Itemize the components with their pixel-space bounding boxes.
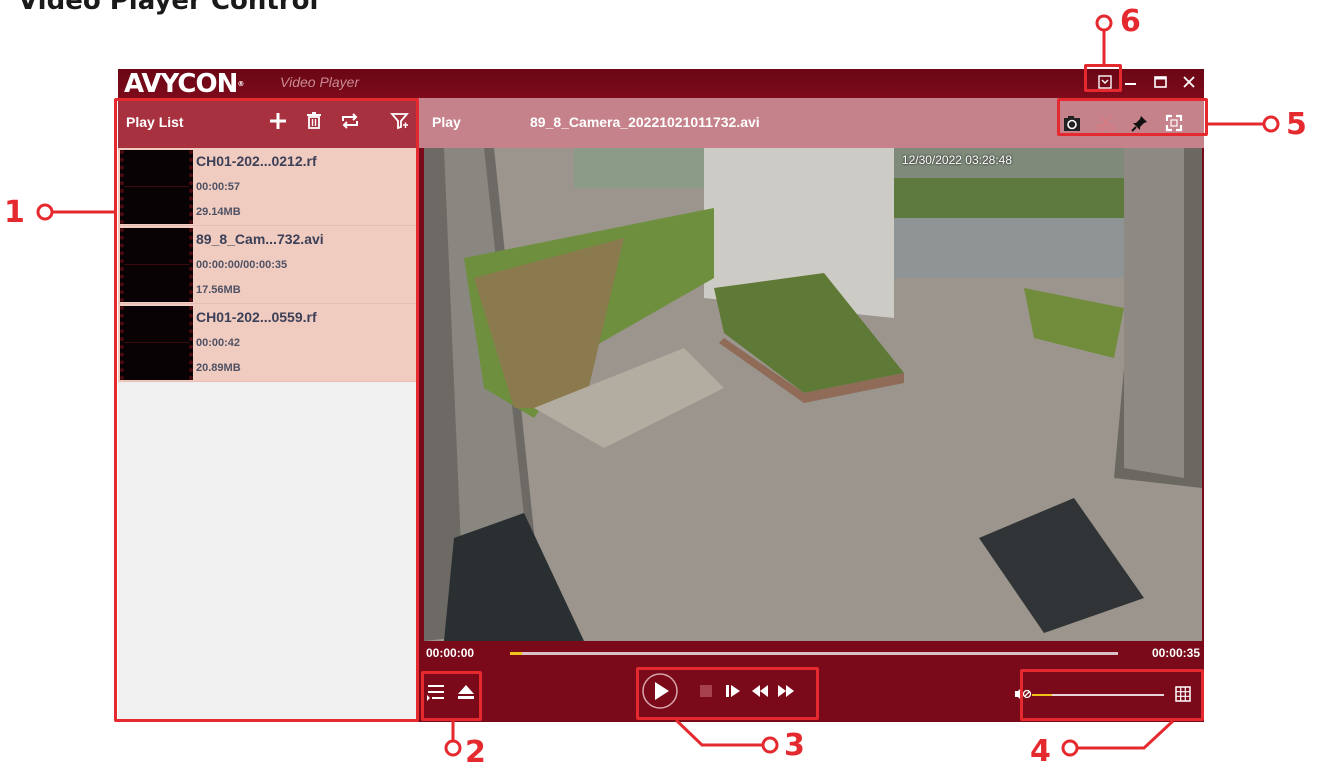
callout-number-3: 3 xyxy=(784,728,805,763)
callout-number-1: 1 xyxy=(4,195,25,230)
callout-number-6: 6 xyxy=(1120,4,1141,39)
page: Video Player Control AVYCON® Video Playe… xyxy=(0,0,1319,769)
callout-number-5: 5 xyxy=(1286,107,1307,142)
callout-number-2: 2 xyxy=(465,735,486,769)
callout-lines xyxy=(36,14,1280,757)
callout-number-4: 4 xyxy=(1030,734,1051,769)
